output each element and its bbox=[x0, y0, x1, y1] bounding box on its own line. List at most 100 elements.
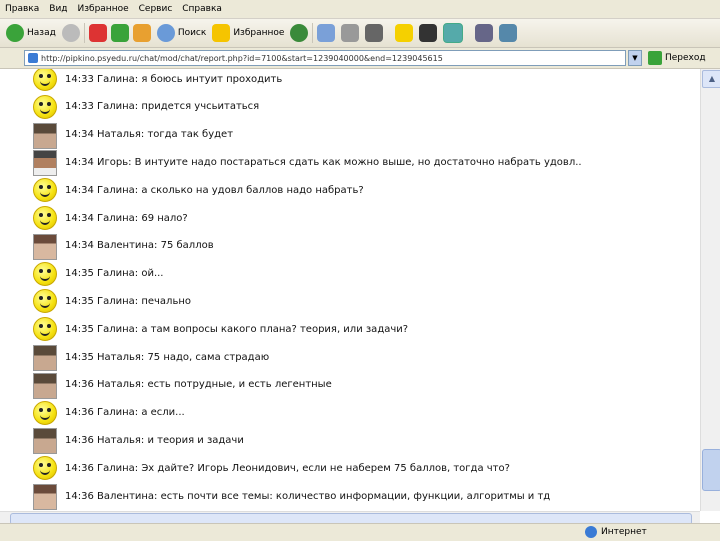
page-icon bbox=[28, 53, 38, 63]
favorites-button[interactable]: Избранное bbox=[212, 24, 284, 42]
menu-tools[interactable]: Сервис bbox=[134, 4, 178, 14]
chat-message: 14:33 Галина: придется учсьитаться bbox=[33, 94, 260, 119]
toolbar-separator bbox=[83, 23, 85, 43]
address-input[interactable]: http://pipkino.psyedu.ru/chat/mod/chat/r… bbox=[24, 50, 626, 66]
avatar bbox=[33, 372, 57, 399]
search-button[interactable]: Поиск bbox=[156, 24, 207, 42]
toolbar: Назад Поиск Избранное bbox=[0, 19, 720, 48]
user-photo bbox=[33, 233, 57, 260]
research-icon[interactable] bbox=[475, 24, 494, 42]
avatar bbox=[33, 456, 57, 481]
address-dropdown-icon[interactable]: ▼ bbox=[628, 50, 642, 66]
favorites-label: Избранное bbox=[233, 28, 285, 38]
k-icon[interactable] bbox=[419, 24, 438, 42]
search-label: Поиск bbox=[177, 28, 207, 38]
chat-message: 14:34 Галина: 69 нало? bbox=[33, 206, 188, 230]
avatar bbox=[33, 178, 57, 203]
home-icon[interactable] bbox=[132, 24, 151, 42]
users-icon[interactable] bbox=[499, 24, 518, 42]
smiley-avatar-icon bbox=[33, 206, 57, 230]
user-photo bbox=[33, 372, 57, 399]
chat-message-text: 14:34 Галина: а сколько на удовл баллов … bbox=[65, 184, 364, 196]
chat-message: 14:34 Наталья: тогда так будет bbox=[33, 122, 234, 149]
smiley-avatar-icon bbox=[33, 400, 57, 425]
user-photo bbox=[33, 122, 57, 149]
messenger-icon[interactable] bbox=[443, 23, 464, 43]
chat-message-text: 14:36 Валентина: есть почти все темы: ко… bbox=[65, 490, 551, 502]
refresh-icon[interactable] bbox=[110, 24, 129, 42]
back-button[interactable]: Назад bbox=[6, 24, 56, 42]
menu-bar: Правка Вид Избранное Сервис Справка bbox=[0, 0, 720, 19]
chat-message-text: 14:33 Галина: придется учсьитаться bbox=[65, 101, 260, 113]
zone-label: Интернет bbox=[601, 527, 647, 537]
vertical-scrollbar[interactable]: ▲ bbox=[700, 69, 720, 511]
chat-message: 14:34 Игорь: В интуите надо постараться … bbox=[33, 150, 582, 177]
smiley-avatar-icon bbox=[33, 456, 57, 481]
avatar bbox=[33, 150, 57, 177]
go-arrow-icon bbox=[648, 51, 662, 65]
chat-message-text: 14:35 Галина: ой... bbox=[65, 268, 164, 280]
note-icon[interactable] bbox=[395, 24, 414, 42]
avatar bbox=[33, 122, 57, 149]
go-label: Переход bbox=[665, 53, 706, 63]
avatar bbox=[33, 345, 57, 371]
edit-icon[interactable] bbox=[365, 24, 384, 42]
user-photo bbox=[33, 150, 57, 177]
chat-message-text: 14:34 Валентина: 75 баллов bbox=[65, 240, 214, 252]
smiley-avatar-icon bbox=[33, 94, 57, 119]
chat-message: 14:35 Галина: а там вопросы какого плана… bbox=[33, 317, 409, 342]
smiley-avatar-icon bbox=[33, 261, 57, 286]
chat-message-text: 14:34 Галина: 69 нало? bbox=[65, 212, 188, 224]
forward-button[interactable] bbox=[61, 24, 80, 42]
avatar bbox=[33, 289, 57, 314]
menu-favorites[interactable]: Избранное bbox=[73, 4, 134, 14]
go-button[interactable]: Переход bbox=[648, 51, 706, 65]
back-arrow-icon bbox=[6, 24, 24, 42]
chat-message-text: 14:34 Наталья: тогда так будет bbox=[65, 129, 234, 141]
chat-message-text: 14:36 Галина: Эх дайте? Игорь Леонидович… bbox=[65, 462, 510, 474]
avatar bbox=[33, 69, 57, 91]
avatar bbox=[33, 233, 57, 260]
scroll-up-icon[interactable]: ▲ bbox=[702, 70, 720, 88]
address-url: http://pipkino.psyedu.ru/chat/mod/chat/r… bbox=[41, 53, 443, 63]
forward-arrow-icon bbox=[61, 24, 80, 42]
scrollbar-thumb[interactable] bbox=[702, 449, 720, 491]
back-label: Назад bbox=[27, 28, 56, 38]
avatar bbox=[33, 317, 57, 342]
chat-message: 14:36 Наталья: и теория и задачи bbox=[33, 428, 244, 455]
avatar bbox=[33, 206, 57, 230]
smiley-avatar-icon bbox=[33, 317, 57, 342]
menu-help[interactable]: Справка bbox=[177, 4, 227, 14]
user-photo bbox=[33, 484, 57, 510]
chat-message-text: 14:35 Галина: печально bbox=[65, 295, 191, 307]
avatar bbox=[33, 261, 57, 286]
stop-icon[interactable] bbox=[88, 24, 107, 42]
chat-message: 14:35 Галина: печально bbox=[33, 289, 191, 314]
avatar bbox=[33, 428, 57, 455]
chat-message-text: 14:34 Игорь: В интуите надо постараться … bbox=[65, 156, 582, 168]
chat-message: 14:36 Валентина: есть почти все темы: ко… bbox=[33, 484, 551, 510]
user-photo bbox=[33, 345, 57, 371]
internet-globe-icon bbox=[585, 526, 597, 538]
avatar bbox=[33, 400, 57, 425]
media-icon[interactable] bbox=[290, 24, 309, 42]
chat-message: 14:35 Галина: ой... bbox=[33, 261, 164, 286]
menu-edit[interactable]: Правка bbox=[0, 4, 44, 14]
chat-message: 14:33 Галина: я боюсь интуит проходить bbox=[33, 69, 282, 91]
menu-view[interactable]: Вид bbox=[44, 4, 72, 14]
security-zone: Интернет bbox=[585, 526, 647, 538]
chat-message: 14:36 Галина: а если... bbox=[33, 400, 185, 425]
avatar bbox=[33, 94, 57, 119]
toolbar-separator bbox=[312, 23, 314, 43]
chat-log: 14:33 Галина: я боюсь интуит проходить 14… bbox=[0, 69, 700, 511]
print-icon[interactable] bbox=[341, 24, 360, 42]
chat-message-text: 14:36 Наталья: есть потрудные, и есть ле… bbox=[65, 379, 332, 391]
mail-icon[interactable] bbox=[317, 24, 336, 42]
chat-message-text: 14:36 Наталья: и теория и задачи bbox=[65, 434, 244, 446]
chat-message-text: 14:35 Наталья: 75 надо, сама страдаю bbox=[65, 351, 270, 363]
chat-message-text: 14:35 Галина: а там вопросы какого плана… bbox=[65, 323, 409, 335]
chat-message: 14:34 Валентина: 75 баллов bbox=[33, 233, 214, 260]
chat-message: 14:36 Галина: Эх дайте? Игорь Леонидович… bbox=[33, 456, 510, 481]
star-icon bbox=[212, 24, 231, 42]
smiley-avatar-icon bbox=[33, 69, 57, 91]
